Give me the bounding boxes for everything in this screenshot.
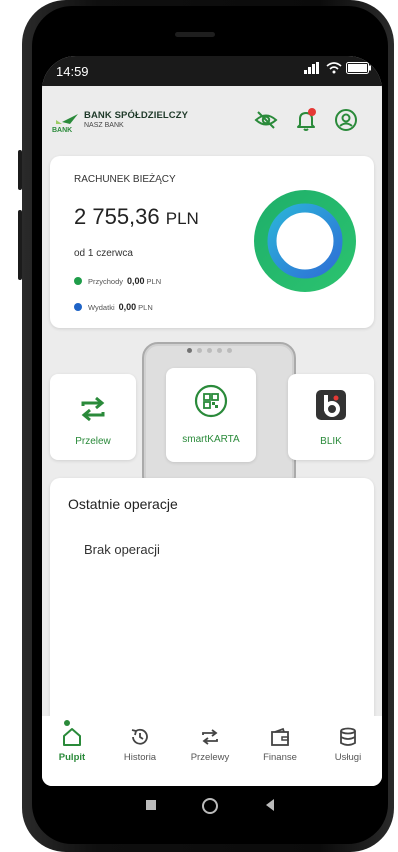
transfers-icon <box>202 729 218 745</box>
nav-item-historia[interactable]: Historia <box>110 726 170 763</box>
nav-label: Pulpit <box>58 752 86 763</box>
income-value: 0,00 <box>127 276 145 286</box>
income-dot <box>74 277 82 285</box>
account-balance: 2 755,36 PLN <box>74 204 199 230</box>
active-indicator <box>64 720 70 726</box>
phone-button <box>18 150 22 190</box>
nav-label: Usługi <box>334 752 362 763</box>
blik-icon <box>316 390 346 420</box>
wifi-icon <box>326 62 342 77</box>
expense-currency: PLN <box>138 302 153 312</box>
recent-apps-icon[interactable] <box>146 800 156 810</box>
balance-currency: PLN <box>165 209 199 228</box>
back-icon[interactable] <box>264 798 276 812</box>
bank-logo-icon: BANK <box>52 114 78 134</box>
tile-label: smartKARTA <box>182 434 240 445</box>
nav-label: Historia <box>123 752 157 763</box>
tile-label: BLIK <box>320 436 342 447</box>
signal-icon <box>304 62 320 77</box>
nav-label: Przelewy <box>190 752 230 763</box>
status-time: 14:59 <box>56 64 89 79</box>
tile-smartkarta[interactable]: smartKARTA <box>166 368 256 462</box>
expense-ring <box>267 203 343 279</box>
expense-dot <box>74 303 82 311</box>
wallet-icon <box>271 727 289 746</box>
bottom-nav: Pulpit Historia Przelewy Finanse Usługi <box>42 716 382 786</box>
app-screen: 14:59 BANK BANK SPÓŁDZIELCZY NASZ BANK R… <box>42 56 382 786</box>
history-icon <box>131 728 148 745</box>
operations-title: Ostatnie operacje <box>68 496 178 512</box>
status-bar: 14:59 <box>42 56 382 86</box>
income-label: Przychody <box>88 276 124 286</box>
brand-name: BANK SPÓŁDZIELCZY <box>84 110 189 121</box>
system-nav-bar <box>42 786 382 826</box>
qr-code-icon <box>194 384 228 418</box>
expense-value: 0,00 <box>118 302 137 312</box>
nav-label: Finanse <box>263 752 297 763</box>
nav-item-przelewy[interactable]: Przelewy <box>180 726 240 763</box>
nav-item-uslugi[interactable]: Usługi <box>318 726 378 763</box>
eye-off-icon[interactable] <box>254 108 278 132</box>
home-button-icon[interactable] <box>202 798 218 814</box>
database-icon <box>340 727 356 746</box>
battery-icon <box>346 62 372 77</box>
phone-button <box>18 210 22 280</box>
balance-amount: 2 755,36 <box>74 204 160 229</box>
balance-donut-chart <box>254 190 356 292</box>
period-label: od 1 czerwca <box>74 248 133 259</box>
transfer-icon <box>81 396 105 422</box>
income-legend: Przychody 0,00 PLN <box>74 276 161 286</box>
tile-przelew[interactable]: Przelew <box>50 374 136 460</box>
income-currency: PLN <box>146 276 162 286</box>
account-card[interactable]: RACHUNEK BIEŻĄCY 2 755,36 PLN od 1 czerw… <box>50 156 374 328</box>
notification-dot <box>308 108 316 116</box>
speaker-grille <box>175 32 215 37</box>
account-title: RACHUNEK BIEŻĄCY <box>74 174 176 185</box>
tile-blik[interactable]: BLIK <box>288 374 374 460</box>
recent-operations-card: Ostatnie operacje Brak operacji <box>50 478 374 728</box>
bell-icon[interactable] <box>294 108 318 132</box>
expense-label: Wydatki <box>88 302 115 312</box>
tile-label: Przelew <box>75 436 111 447</box>
home-icon <box>63 728 81 746</box>
brand-subname: NASZ BANK <box>84 122 124 129</box>
nav-item-pulpit[interactable]: Pulpit <box>42 720 102 763</box>
app-header: BANK BANK SPÓŁDZIELCZY NASZ BANK <box>42 86 382 156</box>
user-icon[interactable] <box>334 108 358 132</box>
nav-item-finanse[interactable]: Finanse <box>250 726 310 763</box>
expense-legend: Wydatki 0,00 PLN <box>74 302 153 312</box>
operations-empty: Brak operacji <box>84 542 160 557</box>
svg-text:BANK: BANK <box>52 127 72 134</box>
